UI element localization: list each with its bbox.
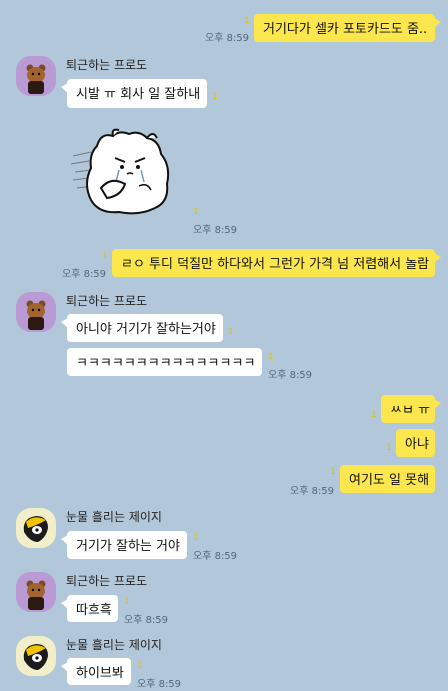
unread-count: 1 [386,443,392,453]
message-bubble[interactable]: ㄹㅇ 투디 덕질만 하다와서 그런가 가격 넘 저렴해서 놀람 [112,249,441,277]
frodo-avatar-icon[interactable] [16,572,56,612]
message-time: 오후 8:59 [124,615,169,626]
unread-count: 1 [137,661,143,671]
frodo-avatar-icon[interactable] [16,56,56,96]
message-time: 오후 8:59 [205,33,250,44]
message-text: 아니야 거기가 잘하는거야 [76,322,216,337]
message-text: 거기다가 셀카 포토카드도 줌.. [263,22,428,37]
message-bubble[interactable]: 여기도 일 못해 [340,465,435,493]
message-text: 시발 ㅠ 회사 일 잘하내 [76,87,201,102]
unread-count: 1 [193,207,199,217]
unread-count: 1 [371,410,377,420]
message-bubble[interactable]: 시발 ㅠ 회사 일 잘하내 [61,79,207,108]
message-text: 아냐 [405,437,429,452]
sender-name: 퇴근하는 프로도 [66,294,148,308]
unread-count: 1 [212,92,218,102]
unread-count: 1 [244,16,250,26]
sender-name: 눈물 흘리는 제이지 [66,510,162,524]
message-text: 하이브봐 [76,666,124,681]
sender-name: 눈물 흘리는 제이지 [66,638,162,652]
message-time: 오후 8:59 [290,486,335,497]
message-time: 오후 8:59 [62,269,107,280]
unread-count: 1 [102,251,108,261]
crying-bear-sticker[interactable] [67,126,187,222]
unread-count: 1 [330,467,336,477]
unread-count: 1 [268,352,274,362]
message-bubble[interactable]: ㅋㅋㅋㅋㅋㅋㅋㅋㅋㅋㅋㅋㅋㅋㅋ [67,348,262,376]
message-bubble[interactable]: 아냐 [396,429,435,457]
jay-g-avatar-icon[interactable] [16,508,56,548]
message-bubble[interactable]: ㅆㅂ ㅠ [381,395,441,423]
unread-count: 1 [124,597,130,607]
message-text: 따흐흑 [76,603,112,618]
message-bubble[interactable]: 거기다가 셀카 포토카드도 줌.. [254,14,441,42]
message-time: 오후 8:59 [193,225,238,236]
message-time: 오후 8:59 [268,370,313,381]
message-text: 거기가 잘하는 거야 [76,539,180,554]
message-bubble[interactable]: 하이브봐 [61,658,131,685]
message-text: ㅋㅋㅋㅋㅋㅋㅋㅋㅋㅋㅋㅋㅋㅋㅋ [76,356,256,371]
message-text: 여기도 일 못해 [349,473,430,488]
message-time: 오후 8:59 [137,679,182,690]
unread-count: 1 [228,327,234,337]
sender-name: 퇴근하는 프로도 [66,58,148,72]
message-time: 오후 8:59 [193,551,238,562]
unread-count: 1 [193,533,199,543]
message-bubble[interactable]: 따흐흑 [61,595,118,622]
message-bubble[interactable]: 아니야 거기가 잘하는거야 [61,314,223,342]
jay-g-avatar-icon[interactable] [16,636,56,676]
frodo-avatar-icon[interactable] [16,292,56,332]
message-text: ㄹㅇ 투디 덕질만 하다와서 그런가 가격 넘 저렴해서 놀람 [121,257,430,272]
message-text: ㅆㅂ ㅠ [390,403,431,418]
message-bubble[interactable]: 거기가 잘하는 거야 [61,531,187,559]
sender-name: 퇴근하는 프로도 [66,574,148,588]
